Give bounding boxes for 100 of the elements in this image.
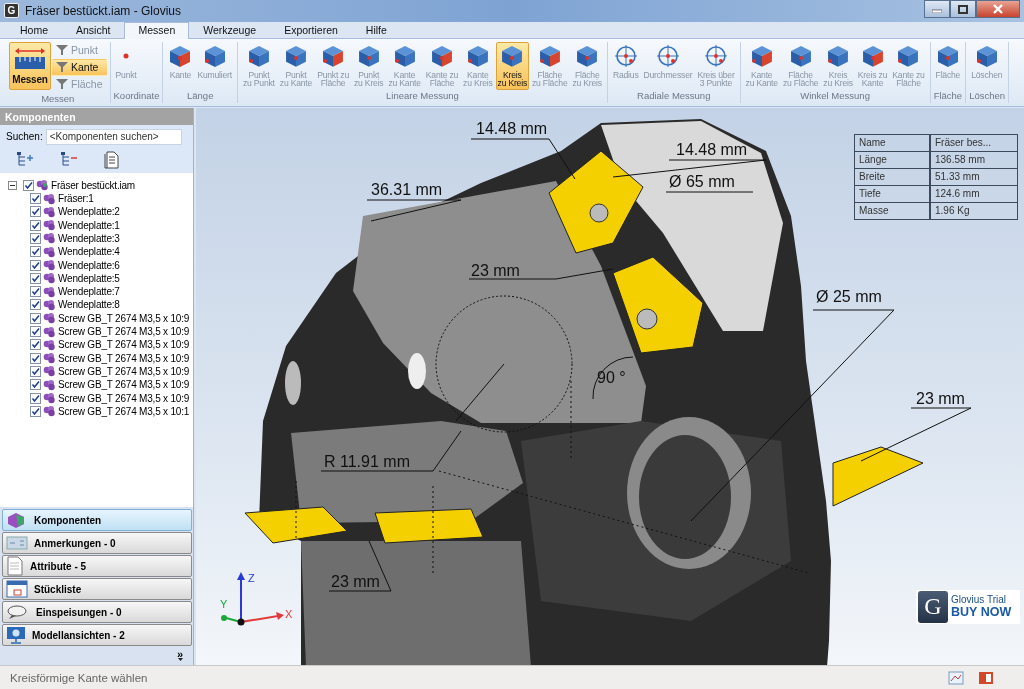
funnel-icon — [56, 78, 68, 91]
axis-triad-drawing — [221, 571, 284, 626]
checkbox[interactable] — [30, 259, 41, 271]
maximize-button[interactable] — [950, 0, 976, 18]
checkbox[interactable] — [30, 246, 41, 258]
property-value: 1.96 Kg — [930, 202, 1018, 220]
ruler-icon — [14, 45, 46, 70]
dot-icon — [123, 52, 129, 59]
checkbox[interactable] — [30, 232, 41, 244]
ribbon-tab[interactable]: Ansicht — [62, 21, 125, 38]
part-icon — [43, 392, 56, 404]
tree-item-label[interactable]: Screw GB_T 2674 M3,5 x 10:9 — [58, 312, 190, 324]
tree-item-label[interactable]: Wendeplatte:5 — [58, 272, 120, 284]
checkbox[interactable] — [30, 339, 41, 351]
part-icon — [36, 179, 49, 192]
checkbox[interactable] — [30, 392, 41, 404]
tree-item-label[interactable]: Screw GB_T 2674 M3,5 x 10:9 — [58, 352, 190, 364]
minimize-button[interactable] — [924, 0, 950, 18]
ribbon-tab[interactable]: Home — [6, 21, 62, 38]
presentation-icon[interactable] — [978, 670, 994, 685]
cube-icon — [392, 43, 417, 68]
panel-nav-button[interactable]: Anmerkungen - 0 — [2, 532, 192, 555]
note-icon — [6, 535, 28, 552]
panel-nav-button[interactable]: Stückliste — [2, 578, 192, 601]
part-icon — [43, 312, 56, 325]
close-icon — [993, 4, 1003, 14]
cube-icon — [465, 43, 490, 68]
cube-icon — [575, 43, 600, 68]
search-field[interactable]: <Komponenten suchen> — [45, 128, 182, 145]
cube-icon — [246, 43, 271, 68]
tree-item-label[interactable]: Wendeplatte:4 — [58, 246, 120, 258]
tree-item-label[interactable]: Wendeplatte:8 — [58, 299, 120, 311]
axis-label: Y — [220, 597, 228, 610]
cube-icon — [429, 43, 454, 68]
cube-icon — [356, 43, 381, 68]
checkbox[interactable] — [30, 365, 41, 377]
overflow-button[interactable]: » — [176, 650, 183, 659]
cube-icon — [935, 43, 960, 68]
ribbon-button[interactable]: Kreis zu Kreis — [495, 41, 529, 90]
collapse-tree-icon[interactable] — [60, 150, 78, 167]
cube-icon — [202, 43, 227, 68]
checkbox[interactable] — [30, 219, 41, 231]
property-value: 136.58 mm — [930, 151, 1018, 169]
cube-icon — [860, 43, 885, 68]
checkbox[interactable] — [30, 299, 41, 311]
dimension-label: 23 mm — [331, 572, 380, 590]
property-name: Breite — [854, 168, 930, 186]
ribbon-tab[interactable]: Werkzeuge — [189, 21, 271, 38]
leader-line — [592, 356, 634, 400]
group-label: Fläche — [933, 89, 963, 103]
dimension-label: 14.48 mm — [476, 119, 548, 137]
tree-item-label[interactable]: Fräser:1 — [58, 193, 94, 205]
dimension-label: 14.48 mm — [676, 140, 748, 158]
ribbon-tab[interactable]: Exportieren — [270, 21, 352, 38]
panel-nav-button[interactable]: Attribute - 5 — [2, 555, 192, 578]
property-name: Masse — [854, 202, 930, 220]
monitor-icon — [6, 626, 26, 645]
panel-nav-button[interactable]: Komponenten — [2, 509, 192, 532]
checkbox[interactable] — [30, 352, 41, 364]
close-button[interactable] — [976, 0, 1020, 18]
checkbox[interactable] — [30, 405, 41, 417]
panel-nav-button[interactable]: Einspeisungen - 0 — [2, 601, 192, 624]
tree-item-label[interactable]: Wendeplatte:7 — [58, 286, 120, 298]
panel-title: Komponenten — [0, 107, 193, 125]
checkbox[interactable] — [30, 312, 41, 324]
tree-item-label[interactable]: Screw GB_T 2674 M3,5 x 10:9 — [58, 392, 190, 404]
checkbox[interactable] — [30, 379, 41, 391]
checkbox[interactable] — [30, 326, 41, 337]
panel-nav-button[interactable]: Modellansichten - 2 — [2, 624, 192, 647]
chart-icon[interactable] — [948, 670, 964, 685]
group-label: Winkel Messung — [799, 89, 871, 103]
checkbox[interactable] — [30, 206, 41, 218]
checkbox[interactable] — [23, 179, 34, 191]
ribbon-button[interactable]: Messen — [9, 41, 51, 90]
tree-item-label[interactable]: Wendeplatte:3 — [58, 232, 120, 244]
cube-icon — [749, 43, 774, 68]
document-icon[interactable] — [104, 150, 120, 169]
dimension-label: 23 mm — [916, 389, 965, 407]
tree-item-label[interactable]: Wendeplatte:1 — [58, 219, 120, 231]
expand-toggle[interactable] — [8, 180, 17, 190]
ribbon-tab[interactable]: Hilfe — [351, 21, 401, 38]
tree-item-label[interactable]: Wendeplatte:6 — [58, 259, 120, 271]
funnel-icon — [56, 44, 68, 57]
tree-item-label[interactable]: Screw GB_T 2674 M3,5 x 10:9 — [58, 339, 190, 351]
expand-tree-icon[interactable] — [16, 150, 34, 167]
part-icon — [43, 192, 56, 205]
cube-icon — [283, 43, 308, 68]
part-icon — [43, 205, 56, 218]
tree-item-label[interactable]: Wendeplatte:2 — [58, 206, 120, 218]
tree-item-label[interactable]: Fräser bestückt.iam — [51, 179, 135, 191]
checkbox[interactable] — [30, 272, 41, 284]
checkbox[interactable] — [30, 286, 41, 298]
checkbox[interactable] — [30, 193, 41, 205]
filter-button[interactable]: Kante — [52, 58, 107, 76]
cube-icon — [896, 43, 921, 68]
part-icon — [43, 272, 56, 285]
tree-item-label[interactable]: Screw GB_T 2674 M3,5 x 10:1 — [58, 405, 190, 417]
tree-item-label[interactable]: Screw GB_T 2674 M3,5 x 10:9 — [58, 326, 190, 337]
tree-item-label[interactable]: Screw GB_T 2674 M3,5 x 10:9 — [58, 365, 190, 377]
tree-item-label[interactable]: Screw GB_T 2674 M3,5 x 10:9 — [58, 379, 190, 391]
